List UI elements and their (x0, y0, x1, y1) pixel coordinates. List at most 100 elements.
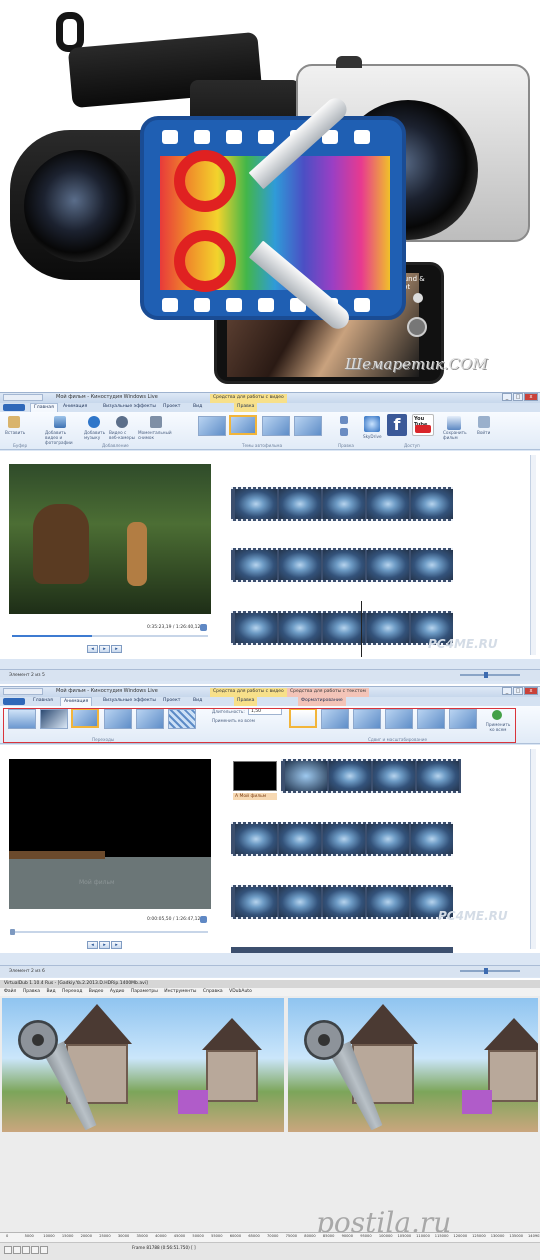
tab-home[interactable]: Главная (30, 403, 58, 412)
facebook-icon[interactable]: f (387, 414, 407, 436)
menu-edit[interactable]: Правка (23, 989, 40, 994)
rotate-right-icon[interactable] (340, 428, 348, 436)
zoom-slider[interactable] (460, 968, 520, 974)
next-frame-button[interactable]: ▸ (111, 941, 122, 949)
tab-project[interactable]: Проект (160, 403, 183, 412)
tab-visual-effects[interactable]: Визуальные эффекты (100, 403, 159, 412)
close-button[interactable]: x (524, 393, 538, 401)
camcorder-handle-ring (56, 12, 84, 52)
save-movie-icon[interactable] (447, 416, 461, 430)
ribbon-highlight-box (3, 708, 516, 743)
play-input-button[interactable] (13, 1246, 21, 1254)
watermark-pc4me: PC4ME.RU (428, 637, 498, 651)
fullscreen-icon[interactable] (200, 916, 207, 923)
tab-animation[interactable]: Анимация (60, 403, 90, 412)
prev-frame-button[interactable]: ◂ (87, 941, 98, 949)
theme-thumb-2[interactable] (229, 415, 257, 435)
tab-home[interactable]: Главная (30, 697, 56, 706)
menu-go[interactable]: Переход (62, 989, 82, 994)
tab-edit[interactable]: Правка (234, 697, 258, 706)
next-frame-button[interactable]: ▸ (111, 645, 122, 653)
workspace: 0:35:23,19 / 1:26:40,12 ◂ ▸ ▸ PC4ME.RU (0, 451, 540, 659)
timeline-scrollbar[interactable] (530, 749, 536, 949)
status-bar: Элемент 2 из 5 (0, 669, 540, 681)
end-button[interactable] (40, 1246, 48, 1254)
start-button[interactable] (31, 1246, 39, 1254)
ruler-tick-label: 30000 (117, 1234, 130, 1238)
signin-icon[interactable] (478, 416, 490, 428)
seek-bar[interactable] (12, 635, 208, 637)
tab-edit[interactable]: Правка (234, 403, 258, 412)
tab-animation[interactable]: Анимация (60, 697, 93, 706)
skydrive-label: SkyDrive (363, 434, 382, 439)
tab-view[interactable]: Вид (190, 697, 205, 706)
timeline-clip-row-1[interactable] (231, 487, 453, 521)
skydrive-icon[interactable] (364, 416, 380, 432)
timeline-clip-row-3[interactable] (231, 611, 453, 645)
ruler-tick-label: 100000 (378, 1234, 393, 1238)
theme-thumb-3[interactable] (262, 416, 290, 436)
ruler-tick-label: 0 (6, 1234, 9, 1238)
input-video-pane[interactable] (2, 998, 284, 1132)
menu-options[interactable]: Параметры (131, 989, 158, 994)
video-preview[interactable] (9, 464, 211, 614)
zoom-slider[interactable] (460, 672, 520, 678)
rotate-left-icon[interactable] (340, 416, 348, 424)
play-output-button[interactable] (22, 1246, 30, 1254)
file-menu-button[interactable] (3, 698, 25, 705)
tab-visual-effects[interactable]: Визуальные эффекты (100, 697, 159, 706)
snapshot-icon[interactable] (150, 416, 162, 428)
menu-video[interactable]: Видео (89, 989, 104, 994)
ruler-tick-label: 90000 (341, 1234, 353, 1238)
scissors-handle-bottom (174, 230, 236, 292)
add-music-icon[interactable] (88, 416, 100, 428)
webcam-icon[interactable] (116, 416, 128, 428)
menu-help[interactable]: Справка (203, 989, 223, 994)
timeline-clip-row-2[interactable] (231, 822, 453, 856)
timeline-cursor[interactable] (361, 601, 362, 657)
close-button[interactable]: x (524, 687, 538, 695)
theme-thumb-1[interactable] (198, 416, 226, 436)
add-video-icon[interactable] (54, 416, 66, 428)
stop-button[interactable] (4, 1246, 12, 1254)
ruler-tick-label: 15000 (61, 1234, 74, 1238)
menu-vdubauto[interactable]: VDubAuto (229, 989, 252, 994)
play-button[interactable]: ▸ (99, 941, 110, 949)
vdub-title-bar: VirtualDub 1.10.4 Rus - [Gadkiy.Ya.2.201… (0, 980, 540, 988)
frame-ruler[interactable]: 0 5000 10000 15000 20000 25000 30000 35000 40000… (0, 1232, 540, 1242)
timeline-clip-row-1[interactable] (281, 759, 461, 793)
ruler-tick-label: 120000 (453, 1234, 468, 1238)
ruler-tick-label: 35000 (136, 1234, 148, 1238)
menu-view[interactable]: Вид (46, 989, 55, 994)
tab-project[interactable]: Проект (160, 697, 183, 706)
theme-thumb-4[interactable] (294, 416, 322, 436)
output-video-pane[interactable] (288, 998, 538, 1132)
minimize-button[interactable]: _ (502, 393, 512, 401)
timeline-clip-row-2[interactable] (231, 548, 453, 582)
ruler-tick-label: 45000 (173, 1234, 186, 1238)
title-clip-caption[interactable]: A Мой фильм (233, 793, 277, 800)
ribbon-home: Вставить Добавить видео и фотографии Доб… (0, 412, 540, 450)
play-button[interactable]: ▸ (99, 645, 110, 653)
tab-view[interactable]: Вид (190, 403, 205, 412)
minimize-button[interactable]: _ (502, 687, 512, 695)
maximize-button[interactable]: □ (513, 687, 523, 695)
maximize-button[interactable]: □ (513, 393, 523, 401)
ruler-tick-label: 70000 (267, 1234, 279, 1238)
prev-frame-button[interactable]: ◂ (87, 645, 98, 653)
fullscreen-icon[interactable] (200, 624, 207, 631)
youtube-icon[interactable]: You Tube (412, 414, 434, 436)
menu-tools[interactable]: Инструменты (164, 989, 196, 994)
movie-maker-window-animation: Мой фильм - Киностудия Windows Live Сред… (0, 686, 540, 978)
menu-audio[interactable]: Аудио (110, 989, 125, 994)
tab-format[interactable]: Форматирование (298, 697, 346, 706)
title-clip[interactable] (233, 761, 277, 791)
menu-file[interactable]: Файл (4, 989, 16, 994)
file-menu-button[interactable] (3, 404, 25, 411)
paste-icon[interactable] (8, 416, 20, 428)
video-preview[interactable]: Мой фильм (9, 759, 211, 909)
seek-bar[interactable] (10, 929, 208, 935)
timeline-clip-row-4[interactable] (231, 947, 453, 953)
timeline-clip-row-3[interactable] (231, 885, 453, 919)
timeline-scrollbar[interactable] (530, 455, 536, 655)
